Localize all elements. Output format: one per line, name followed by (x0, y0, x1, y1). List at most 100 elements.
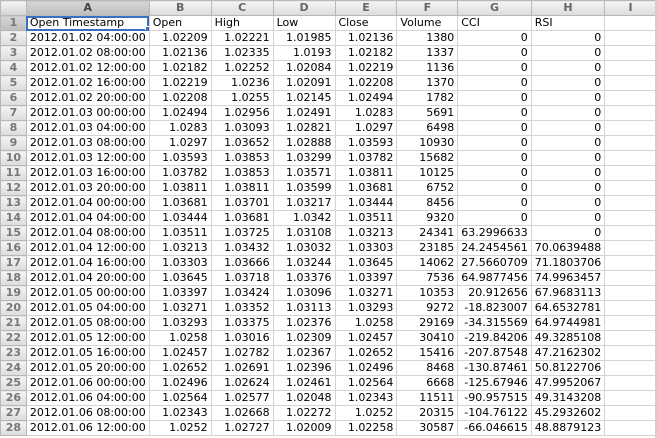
cell-a9[interactable]: 2012.01.03 08:00:00 (25, 135, 150, 151)
cell-d22[interactable]: 1.02309 (272, 330, 336, 346)
row-header-9[interactable]: 9 (0, 135, 27, 151)
cell-e17[interactable]: 1.03645 (334, 255, 398, 271)
cell-e19[interactable]: 1.03271 (334, 285, 398, 301)
row-header-16[interactable]: 16 (0, 240, 27, 256)
cell-e27[interactable]: 1.0252 (334, 405, 398, 421)
cell-d26[interactable]: 1.02048 (272, 390, 336, 406)
cell-e9[interactable]: 1.03593 (334, 135, 398, 151)
cell-e26[interactable]: 1.02343 (334, 390, 398, 406)
cell-a28[interactable]: 2012.01.06 12:00:00 (25, 420, 150, 436)
cell-i14[interactable] (604, 210, 657, 226)
row-header-6[interactable]: 6 (0, 90, 27, 106)
cell-c24[interactable]: 1.02691 (210, 360, 274, 376)
row-header-19[interactable]: 19 (0, 285, 27, 301)
cell-b8[interactable]: 1.0283 (148, 120, 212, 136)
row-header-23[interactable]: 23 (0, 345, 27, 361)
row-header-5[interactable]: 5 (0, 75, 27, 91)
cell-d5[interactable]: 1.02091 (272, 75, 336, 91)
cell-c2[interactable]: 1.02221 (210, 30, 274, 46)
cell-c4[interactable]: 1.02252 (210, 60, 274, 76)
header-cell-c[interactable]: High (210, 15, 274, 31)
cell-f6[interactable]: 1782 (396, 90, 459, 106)
cell-b25[interactable]: 1.02496 (148, 375, 212, 391)
cell-g15[interactable]: 63.2996633 (457, 225, 532, 241)
cell-d25[interactable]: 1.02461 (272, 375, 336, 391)
cell-g12[interactable]: 0 (457, 180, 532, 196)
cell-d24[interactable]: 1.02396 (272, 360, 336, 376)
cell-f15[interactable]: 24341 (396, 225, 459, 241)
cell-f3[interactable]: 1337 (396, 45, 459, 61)
row-header-13[interactable]: 13 (0, 195, 27, 211)
cell-c8[interactable]: 1.03093 (210, 120, 274, 136)
cell-f26[interactable]: 11511 (396, 390, 459, 406)
cell-b21[interactable]: 1.03293 (148, 315, 212, 331)
cell-b19[interactable]: 1.03397 (148, 285, 212, 301)
column-header-c[interactable]: C (210, 0, 274, 16)
cell-i12[interactable] (604, 180, 657, 196)
cell-i16[interactable] (604, 240, 657, 256)
cell-i10[interactable] (604, 150, 657, 166)
cell-f12[interactable]: 6752 (396, 180, 459, 196)
row-header-17[interactable]: 17 (0, 255, 27, 271)
cell-f28[interactable]: 30587 (396, 420, 459, 436)
cell-h17[interactable]: 71.1803706 (530, 255, 606, 271)
cell-h16[interactable]: 70.0639488 (530, 240, 606, 256)
column-header-b[interactable]: B (148, 0, 212, 16)
header-cell-i[interactable] (604, 15, 657, 31)
cell-i18[interactable] (604, 270, 657, 286)
cell-d14[interactable]: 1.0342 (272, 210, 336, 226)
cell-b23[interactable]: 1.02457 (148, 345, 212, 361)
cell-e28[interactable]: 1.02258 (334, 420, 398, 436)
column-header-g[interactable]: G (457, 0, 532, 16)
cell-h14[interactable]: 0 (530, 210, 606, 226)
cell-i13[interactable] (604, 195, 657, 211)
cell-a11[interactable]: 2012.01.03 16:00:00 (25, 165, 150, 181)
cell-h4[interactable]: 0 (530, 60, 606, 76)
cell-g5[interactable]: 0 (457, 75, 532, 91)
select-all-corner[interactable] (0, 0, 27, 16)
cell-a5[interactable]: 2012.01.02 16:00:00 (25, 75, 150, 91)
cell-h18[interactable]: 74.9963457 (530, 270, 606, 286)
cell-c22[interactable]: 1.03016 (210, 330, 274, 346)
cell-h3[interactable]: 0 (530, 45, 606, 61)
cell-c16[interactable]: 1.03432 (210, 240, 274, 256)
row-header-1[interactable]: 1 (0, 15, 27, 31)
column-header-a[interactable]: A (25, 0, 150, 16)
cell-g20[interactable]: -18.823007 (457, 300, 532, 316)
cell-f7[interactable]: 5691 (396, 105, 459, 121)
cell-d21[interactable]: 1.02376 (272, 315, 336, 331)
cell-a17[interactable]: 2012.01.04 16:00:00 (25, 255, 150, 271)
cell-f4[interactable]: 1136 (396, 60, 459, 76)
cell-c13[interactable]: 1.03701 (210, 195, 274, 211)
cell-g9[interactable]: 0 (457, 135, 532, 151)
cell-e22[interactable]: 1.02457 (334, 330, 398, 346)
cell-b18[interactable]: 1.03645 (148, 270, 212, 286)
row-header-7[interactable]: 7 (0, 105, 27, 121)
cell-b4[interactable]: 1.02182 (148, 60, 212, 76)
cell-c25[interactable]: 1.02624 (210, 375, 274, 391)
cell-c9[interactable]: 1.03652 (210, 135, 274, 151)
cell-a7[interactable]: 2012.01.03 00:00:00 (25, 105, 150, 121)
cell-g8[interactable]: 0 (457, 120, 532, 136)
header-cell-f[interactable]: Volume (396, 15, 459, 31)
cell-c14[interactable]: 1.03681 (210, 210, 274, 226)
cell-b9[interactable]: 1.0297 (148, 135, 212, 151)
cell-b17[interactable]: 1.03303 (148, 255, 212, 271)
cell-g2[interactable]: 0 (457, 30, 532, 46)
cell-b16[interactable]: 1.03213 (148, 240, 212, 256)
cell-a19[interactable]: 2012.01.05 00:00:00 (25, 285, 150, 301)
cell-d18[interactable]: 1.03376 (272, 270, 336, 286)
cell-d19[interactable]: 1.03096 (272, 285, 336, 301)
cell-e23[interactable]: 1.02652 (334, 345, 398, 361)
cell-f17[interactable]: 14062 (396, 255, 459, 271)
cell-b5[interactable]: 1.02219 (148, 75, 212, 91)
cell-h9[interactable]: 0 (530, 135, 606, 151)
cell-f14[interactable]: 9320 (396, 210, 459, 226)
cell-g6[interactable]: 0 (457, 90, 532, 106)
cell-e20[interactable]: 1.03293 (334, 300, 398, 316)
cell-e14[interactable]: 1.03511 (334, 210, 398, 226)
cell-g23[interactable]: -207.87548 (457, 345, 532, 361)
cell-a16[interactable]: 2012.01.04 12:00:00 (25, 240, 150, 256)
cell-a3[interactable]: 2012.01.02 08:00:00 (25, 45, 150, 61)
cell-d16[interactable]: 1.03032 (272, 240, 336, 256)
